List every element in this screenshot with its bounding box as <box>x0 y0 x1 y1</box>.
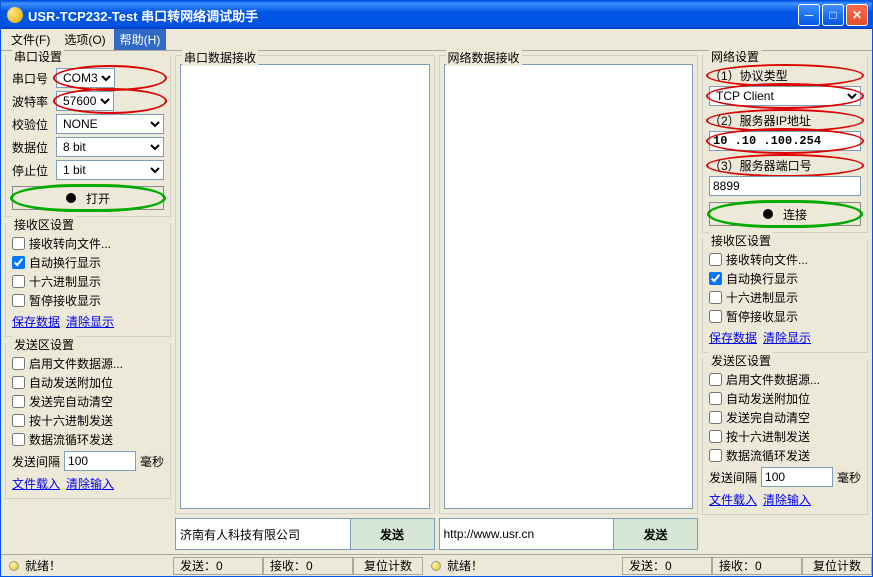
recv-clear-link[interactable]: 清除显示 <box>66 313 114 330</box>
interval-input[interactable] <box>64 451 136 471</box>
net-recv-clear-link[interactable]: 清除显示 <box>763 329 811 346</box>
port-select[interactable]: COM3 <box>56 68 115 88</box>
status-recv-left: 接收：0 <box>263 557 353 575</box>
middle-column: 串口数据接收 网络数据接收 发送 发送 <box>175 55 698 550</box>
bulb-icon <box>9 561 19 571</box>
serial-recv-title: 串口数据接收 <box>182 49 258 66</box>
serial-send-block: 发送 <box>175 518 435 550</box>
stop-label: 停止位 <box>12 162 52 179</box>
send-file-src-check[interactable] <box>12 357 25 370</box>
send-panels: 发送 发送 <box>175 518 698 550</box>
net-recv-to-file-check[interactable] <box>709 253 722 266</box>
left-column: 串口号 COM3 波特率 57600 校验位 NONE 数据位 8 bit 停止… <box>5 55 171 550</box>
status-ready-right: 就绪！ <box>423 557 622 574</box>
status-sent-right: 发送：0 <box>622 557 712 575</box>
net-interval-label: 发送间隔 <box>709 469 757 486</box>
proto-label: （1）协议类型 <box>709 67 788 84</box>
recv-pause-check[interactable] <box>12 294 25 307</box>
data-label: 数据位 <box>12 139 52 156</box>
net-interval-unit: 毫秒 <box>837 469 861 486</box>
serial-recv-opts-group: 接收转向文件... 自动换行显示 十六进制显示 暂停接收显示 保存数据 清除显示 <box>5 223 171 337</box>
send-auto-append-check[interactable] <box>12 376 25 389</box>
app-icon <box>7 7 23 23</box>
recv-save-link[interactable]: 保存数据 <box>12 313 60 330</box>
status-sent-left: 发送：0 <box>173 557 263 575</box>
net-send-opts-group: 启用文件数据源... 自动发送附加位 发送完自动清空 按十六进制发送 数据流循环… <box>702 359 868 515</box>
status-dot-icon <box>763 209 773 219</box>
parity-select[interactable]: NONE <box>56 114 164 134</box>
send-clear-after-check[interactable] <box>12 395 25 408</box>
port-label: （3）服务器端口号 <box>709 157 812 174</box>
maximize-button[interactable]: □ <box>822 4 844 26</box>
net-send-clear-after-check[interactable] <box>709 411 722 424</box>
serial-recv-textarea[interactable] <box>180 64 430 509</box>
serial-recv-group: 串口数据接收 <box>175 55 435 514</box>
net-send-block: 发送 <box>439 518 699 550</box>
net-send-input[interactable] <box>439 518 615 550</box>
reset-count-right[interactable]: 复位计数 <box>802 557 872 575</box>
net-recv-opts-group: 接收转向文件... 自动换行显示 十六进制显示 暂停接收显示 保存数据 清除显示 <box>702 239 868 353</box>
net-recv-textarea[interactable] <box>444 64 694 509</box>
port-input[interactable] <box>709 176 861 196</box>
stop-select[interactable]: 1 bit <box>56 160 164 180</box>
net-send-loop-check[interactable] <box>709 449 722 462</box>
titlebar: USR-TCP232-Test 串口转网络调试助手 ─ □ ✕ <box>1 1 872 29</box>
ip-input[interactable] <box>709 131 861 151</box>
serial-open-button[interactable]: 打开 <box>12 186 164 210</box>
net-recv-hex-check[interactable] <box>709 291 722 304</box>
net-file-load-link[interactable]: 文件载入 <box>709 491 757 508</box>
net-recv-auto-wrap-check[interactable] <box>709 272 722 285</box>
port-label: 串口号 <box>12 70 52 87</box>
proto-select[interactable]: TCP Client <box>709 86 861 106</box>
baud-label: 波特率 <box>12 93 52 110</box>
net-clear-input-link[interactable]: 清除输入 <box>763 491 811 508</box>
net-settings-group: （1）协议类型 TCP Client （2）服务器IP地址 （3）服务器端口号 … <box>702 55 868 233</box>
status-ready-left: 就绪！ <box>1 557 173 574</box>
net-send-hex-check[interactable] <box>709 430 722 443</box>
serial-send-opts-group: 启用文件数据源... 自动发送附加位 发送完自动清空 按十六进制发送 数据流循环… <box>5 343 171 499</box>
parity-label: 校验位 <box>12 116 52 133</box>
interval-unit: 毫秒 <box>140 453 164 470</box>
status-dot-icon <box>66 193 76 203</box>
clear-input-link[interactable]: 清除输入 <box>66 475 114 492</box>
net-send-file-src-check[interactable] <box>709 373 722 386</box>
interval-label: 发送间隔 <box>12 453 60 470</box>
app-window: USR-TCP232-Test 串口转网络调试助手 ─ □ ✕ 文件(F) 选项… <box>0 0 873 577</box>
net-send-auto-append-check[interactable] <box>709 392 722 405</box>
status-recv-right: 接收：0 <box>712 557 802 575</box>
menu-file[interactable]: 文件(F) <box>5 29 56 50</box>
data-select[interactable]: 8 bit <box>56 137 164 157</box>
right-column: （1）协议类型 TCP Client （2）服务器IP地址 （3）服务器端口号 … <box>702 55 868 550</box>
menu-options[interactable]: 选项(O) <box>58 29 111 50</box>
recv-to-file-check[interactable] <box>12 237 25 250</box>
recv-hex-check[interactable] <box>12 275 25 288</box>
receive-panels: 串口数据接收 网络数据接收 <box>175 55 698 514</box>
ip-label: （2）服务器IP地址 <box>709 112 811 129</box>
serial-settings-group: 串口号 COM3 波特率 57600 校验位 NONE 数据位 8 bit 停止… <box>5 55 171 217</box>
baud-select[interactable]: 57600 <box>56 91 114 111</box>
minimize-button[interactable]: ─ <box>798 4 820 26</box>
net-connect-button[interactable]: 连接 <box>709 202 861 226</box>
menu-help[interactable]: 帮助(H) <box>114 29 167 50</box>
window-buttons: ─ □ ✕ <box>798 4 868 26</box>
net-send-button[interactable]: 发送 <box>614 518 698 550</box>
close-button[interactable]: ✕ <box>846 4 868 26</box>
net-recv-pause-check[interactable] <box>709 310 722 323</box>
content-area: 串口号 COM3 波特率 57600 校验位 NONE 数据位 8 bit 停止… <box>1 51 872 554</box>
window-title: USR-TCP232-Test 串口转网络调试助手 <box>28 6 798 25</box>
net-recv-save-link[interactable]: 保存数据 <box>709 329 757 346</box>
bulb-icon <box>431 561 441 571</box>
send-loop-check[interactable] <box>12 433 25 446</box>
net-recv-title: 网络数据接收 <box>446 49 522 66</box>
serial-send-input[interactable] <box>175 518 351 550</box>
serial-send-button[interactable]: 发送 <box>351 518 435 550</box>
file-load-link[interactable]: 文件载入 <box>12 475 60 492</box>
reset-count-left[interactable]: 复位计数 <box>353 557 423 575</box>
recv-auto-wrap-check[interactable] <box>12 256 25 269</box>
net-recv-group: 网络数据接收 <box>439 55 699 514</box>
send-hex-check[interactable] <box>12 414 25 427</box>
net-interval-input[interactable] <box>761 467 833 487</box>
statusbar: 就绪！ 发送：0 接收：0 复位计数 就绪！ 发送：0 接收：0 复位计数 <box>1 554 872 576</box>
